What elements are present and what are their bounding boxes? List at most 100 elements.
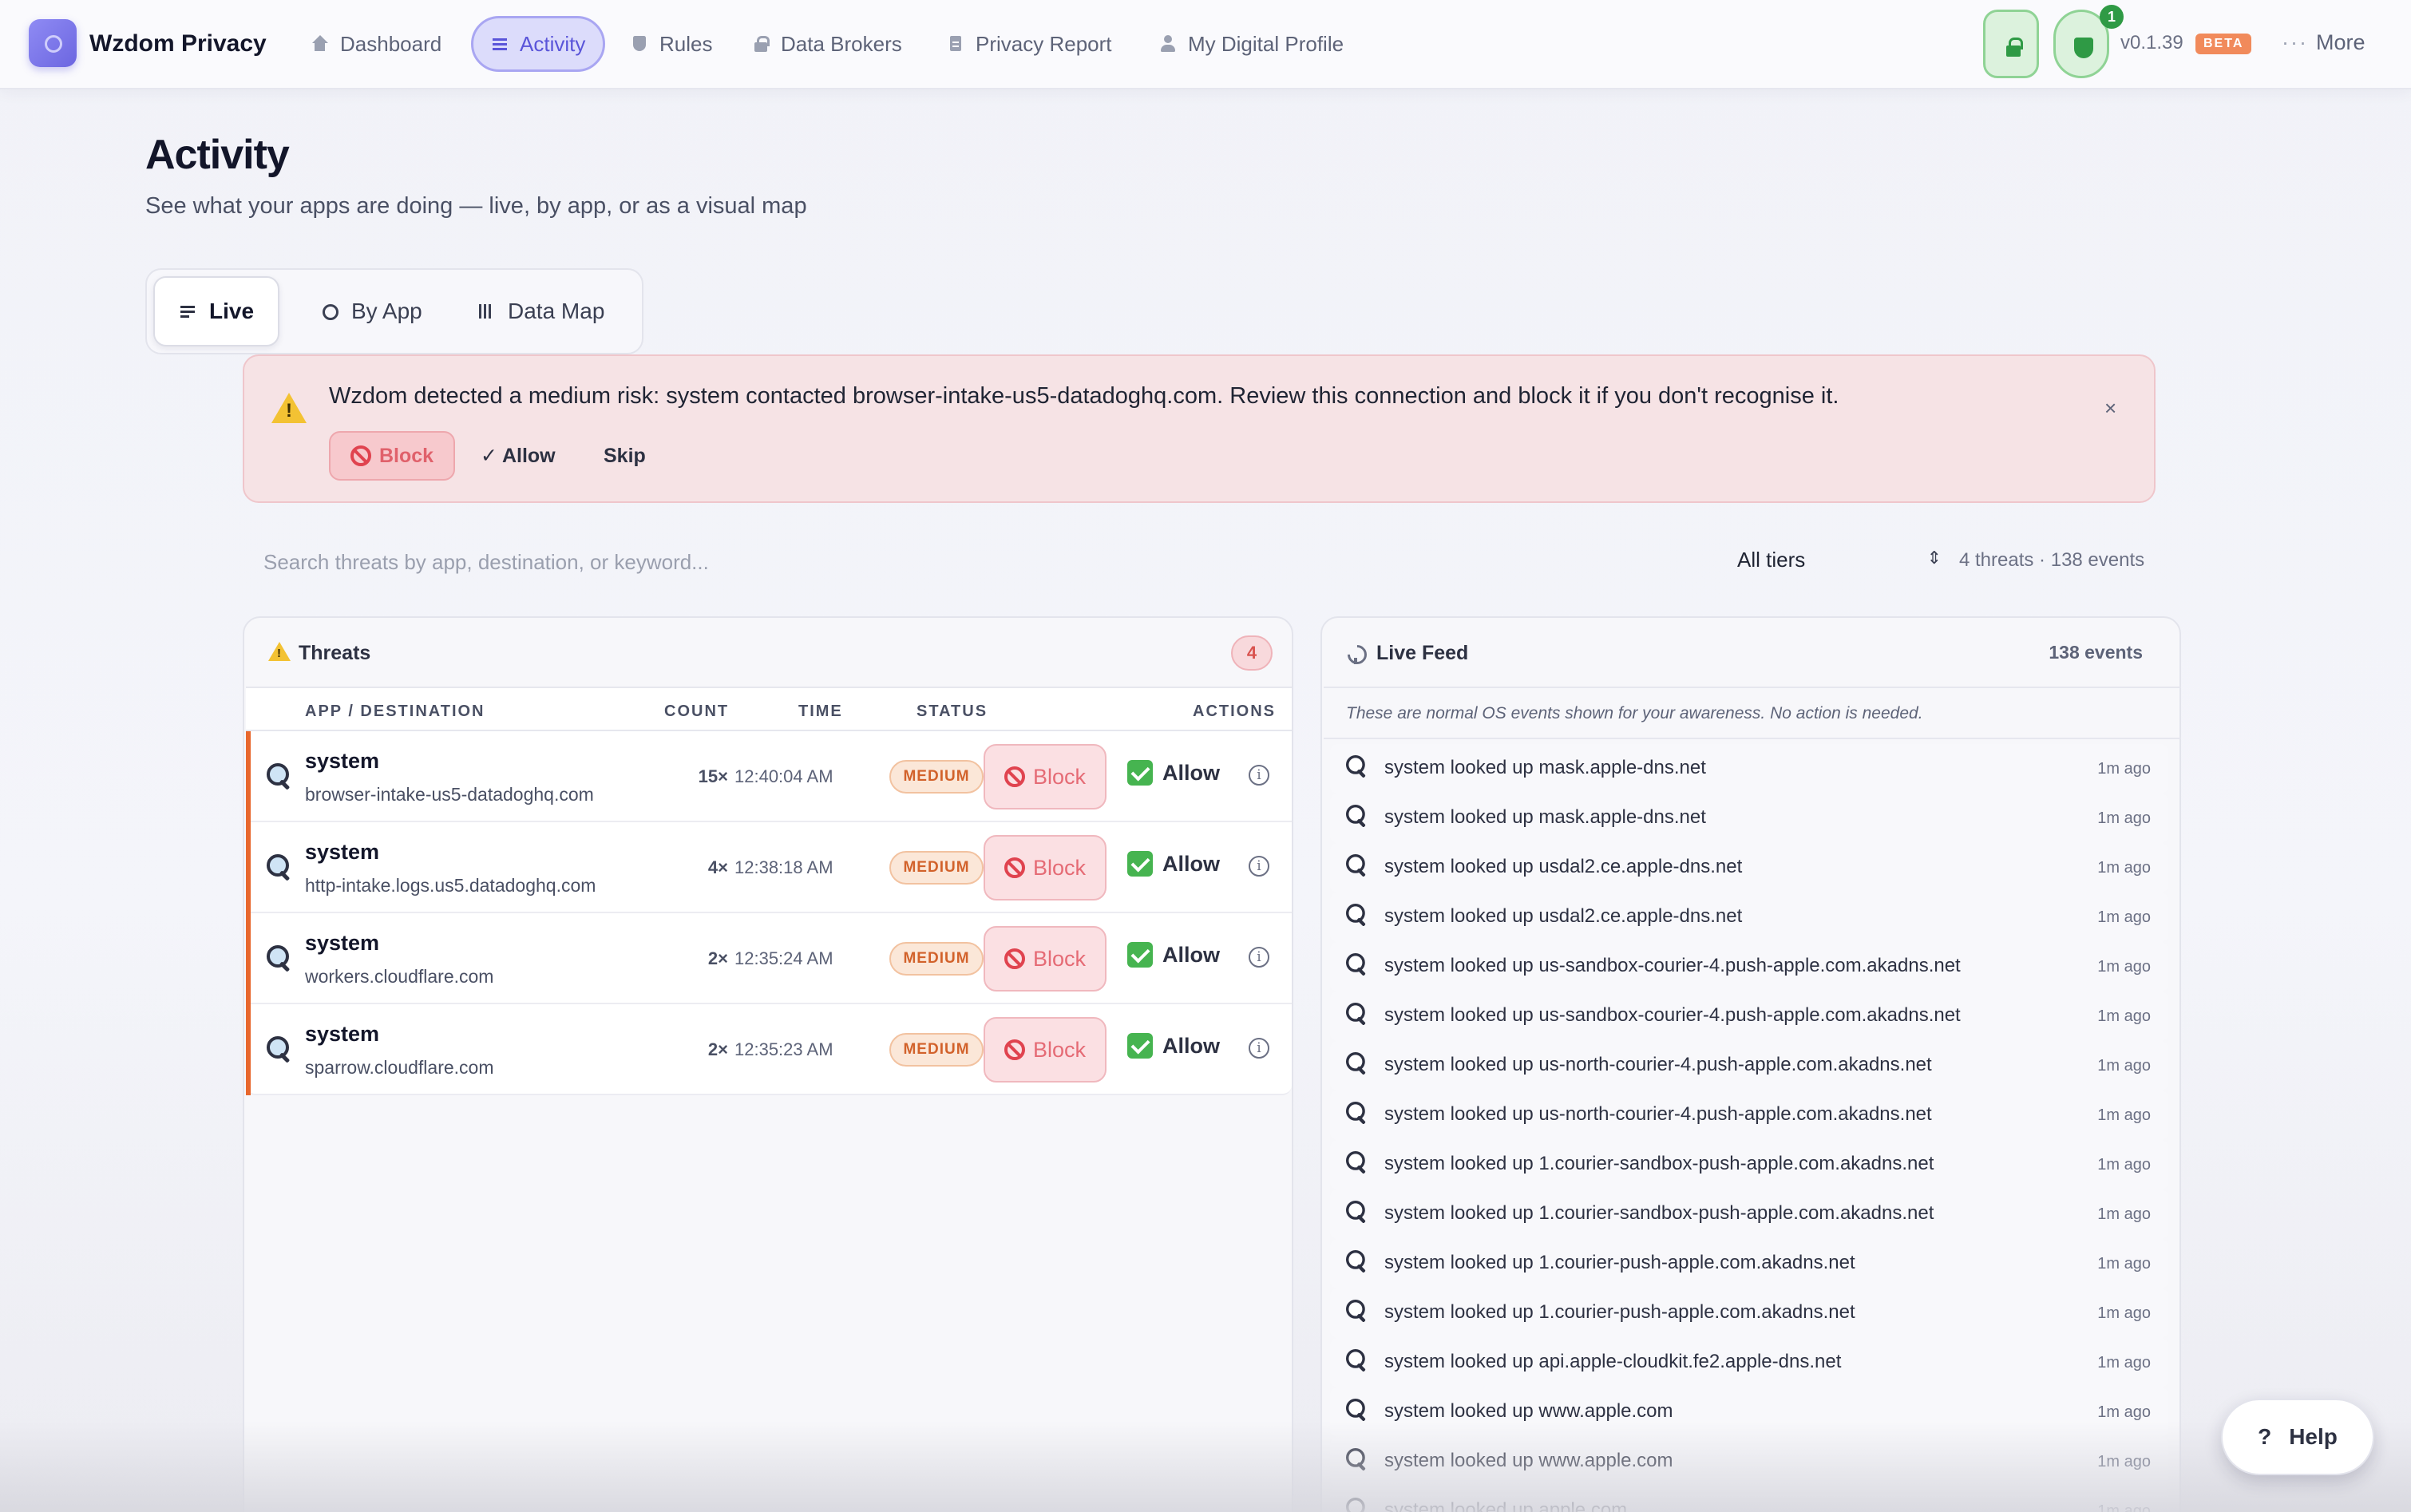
- table-row[interactable]: system workers.cloudflare.com 2× 12:35:2…: [246, 913, 1292, 1004]
- list-item: system looked up us-north-courier-4.push…: [1330, 1041, 2168, 1090]
- allow-button[interactable]: Allow: [1127, 851, 1220, 877]
- row-time: 12:35:24 AM: [734, 948, 833, 968]
- feed-item-text: system looked up us-sandbox-courier-4.pu…: [1384, 955, 1961, 976]
- alert-allow-button[interactable]: ✓ Allow: [481, 431, 556, 481]
- magnifier-icon: [1346, 1448, 1367, 1469]
- tier-select[interactable]: All tiers ⇕: [1737, 548, 1942, 572]
- feed-item-text: system looked up us-sandbox-courier-4.pu…: [1384, 1004, 1961, 1026]
- help-button[interactable]: ? Help: [2221, 1399, 2374, 1475]
- row-time: 12:35:23 AM: [734, 1039, 833, 1059]
- status-badge: MEDIUM: [889, 1033, 984, 1067]
- app-logo-icon[interactable]: [29, 19, 77, 67]
- row-destination: http-intake.logs.us5.datadoghq.com: [305, 875, 596, 896]
- feed-item-text: system looked up usdal2.ce.apple-dns.net: [1384, 856, 1743, 877]
- lines-icon: [179, 303, 196, 320]
- nav-activity[interactable]: Activity: [471, 16, 606, 72]
- threats-heading: Threats: [268, 642, 370, 665]
- feed-item-text: system looked up www.apple.com: [1384, 1400, 1673, 1422]
- prohibited-icon: [1004, 948, 1025, 969]
- allow-button[interactable]: Allow: [1127, 1033, 1220, 1059]
- nav-rules-label: Rules: [659, 31, 713, 56]
- list-item: system looked up www.apple.com 1m ago: [1330, 1387, 2168, 1437]
- feed-item-time: 1m ago: [2097, 1304, 2151, 1322]
- lock-icon: [752, 35, 770, 53]
- info-icon[interactable]: i: [1249, 1038, 1269, 1059]
- magnifier-icon: [267, 763, 291, 787]
- list-item: system looked up www.apple.com 1m ago: [1330, 1437, 2168, 1486]
- status-badge: MEDIUM: [889, 942, 984, 976]
- block-button[interactable]: Block: [984, 744, 1107, 809]
- feed-item-time: 1m ago: [2097, 1255, 2151, 1273]
- prohibited-icon: [1004, 857, 1025, 878]
- nav-rules[interactable]: Rules: [613, 16, 730, 72]
- prohibited-icon: [1004, 1039, 1025, 1060]
- list-item: system looked up api.apple-cloudkit.fe2.…: [1330, 1338, 2168, 1387]
- more-label: More: [2315, 30, 2365, 54]
- allow-label: Allow: [1162, 760, 1220, 785]
- column-header-status: STATUS: [916, 703, 988, 720]
- allow-button[interactable]: Allow: [1127, 942, 1220, 968]
- block-button[interactable]: Block: [984, 835, 1107, 900]
- close-icon[interactable]: ×: [2104, 396, 2116, 421]
- nav-privacy-report[interactable]: Privacy Report: [929, 16, 1130, 72]
- list-item: system looked up 1.courier-sandbox-push-…: [1330, 1189, 2168, 1239]
- nav-my-digital-profile-label: My Digital Profile: [1188, 31, 1344, 56]
- magnifier-icon: [1346, 755, 1367, 776]
- tab-by-app[interactable]: By App: [297, 276, 446, 346]
- version-label: v0.1.39: [2120, 32, 2183, 53]
- block-button[interactable]: Block: [984, 1017, 1107, 1083]
- feed-item-time: 1m ago: [2097, 1057, 2151, 1075]
- allow-label: Allow: [1162, 851, 1220, 876]
- row-destination: workers.cloudflare.com: [305, 966, 494, 987]
- threat-search-input[interactable]: [243, 532, 1680, 592]
- tier-select-value: All tiers: [1737, 548, 1806, 572]
- info-icon[interactable]: i: [1249, 947, 1269, 968]
- allow-button[interactable]: Allow: [1127, 760, 1220, 786]
- info-icon[interactable]: i: [1249, 765, 1269, 786]
- column-header-app-destination: APP / DESTINATION: [305, 703, 485, 720]
- threats-panel: Threats 4 APP / DESTINATION COUNT TIME S…: [243, 616, 1293, 1512]
- vpn-lock-button[interactable]: [1983, 10, 2039, 78]
- magnifier-icon: [1346, 1250, 1367, 1271]
- block-button[interactable]: Block: [984, 926, 1107, 992]
- row-time: 12:38:18 AM: [734, 857, 833, 877]
- block-label: Block: [1032, 855, 1087, 880]
- list-item: system looked up mask.apple-dns.net 1m ag…: [1330, 744, 2168, 794]
- alert-block-label: Block: [378, 444, 434, 467]
- table-row[interactable]: system sparrow.cloudflare.com 2× 12:35:2…: [246, 1004, 1292, 1095]
- feed-item-time: 1m ago: [2097, 859, 2151, 877]
- tab-live[interactable]: Live: [153, 276, 280, 346]
- live-feed-note: These are normal OS events shown for you…: [1324, 687, 2181, 739]
- threat-count-badge: 4: [1231, 635, 1273, 671]
- alert-skip-button[interactable]: Skip: [604, 431, 646, 481]
- feed-item-text: system looked up 1.courier-push-apple.co…: [1384, 1301, 1855, 1323]
- list-item: system looked up 1.courier-push-apple.co…: [1330, 1239, 2168, 1288]
- feed-item-time: 1m ago: [2097, 1106, 2151, 1124]
- tab-data-map[interactable]: Data Map: [453, 276, 628, 346]
- more-menu-button[interactable]: ··· More: [2282, 30, 2365, 55]
- app-circle-icon: [321, 303, 338, 320]
- alert-block-button[interactable]: Block: [329, 431, 455, 481]
- nav-data-brokers[interactable]: Data Brokers: [734, 16, 920, 72]
- nav-my-digital-profile[interactable]: My Digital Profile: [1142, 16, 1361, 72]
- list-item: system looked up 1.courier-sandbox-push-…: [1330, 1140, 2168, 1189]
- magnifier-icon: [1346, 1102, 1367, 1122]
- shield-icon: [631, 35, 648, 53]
- magnifier-icon: [267, 854, 291, 878]
- top-nav-bar: Wzdom Privacy Dashboard Activity Rules D…: [0, 0, 2411, 89]
- row-count: 2×: [707, 948, 728, 968]
- bars-icon: [477, 303, 495, 320]
- list-item: system looked up apple.com 1m ago: [1330, 1486, 2168, 1512]
- row-app-name: system: [305, 749, 380, 773]
- nav-dashboard-label: Dashboard: [340, 31, 442, 56]
- table-row[interactable]: system browser-intake-us5-datadoghq.com …: [246, 731, 1292, 822]
- more-dots-icon: ···: [2282, 30, 2308, 54]
- table-row[interactable]: system http-intake.logs.us5.datadoghq.co…: [246, 822, 1292, 913]
- feed-item-time: 1m ago: [2097, 958, 2151, 976]
- nav-dashboard[interactable]: Dashboard: [294, 16, 459, 72]
- block-label: Block: [1032, 764, 1087, 789]
- satellite-dish-icon: [1346, 642, 1367, 664]
- info-icon[interactable]: i: [1249, 856, 1269, 877]
- tab-live-label: Live: [209, 299, 255, 323]
- magnifier-icon: [1346, 1003, 1367, 1023]
